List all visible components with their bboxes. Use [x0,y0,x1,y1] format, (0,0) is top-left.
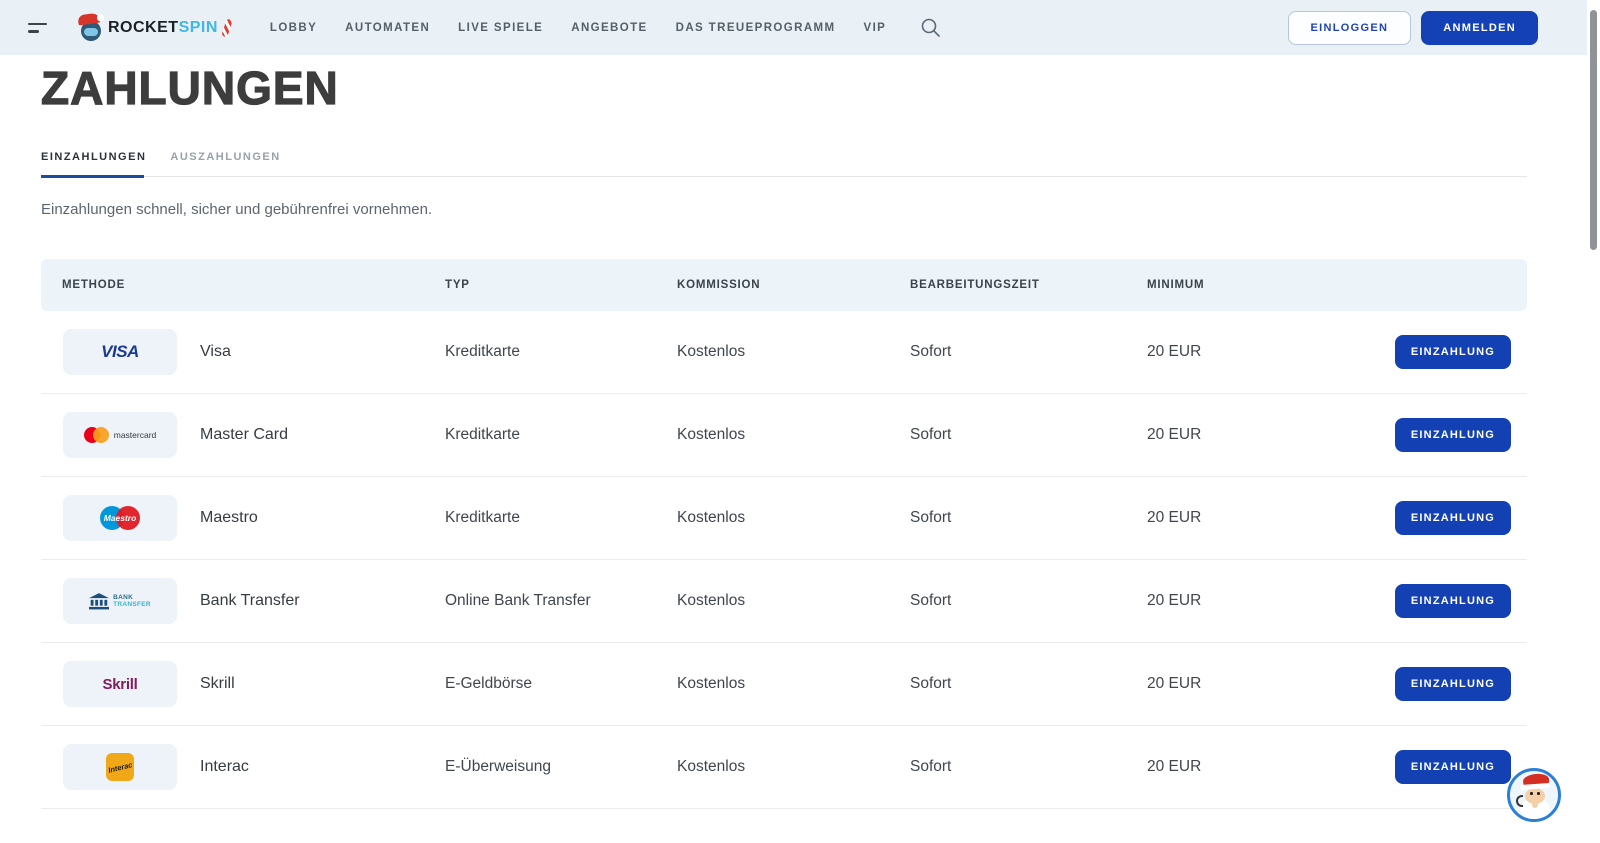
method-type: Kreditkarte [445,426,677,444]
nav-item-angebote[interactable]: ANGEBOTE [571,22,647,34]
method-type: Online Bank Transfer [445,592,677,610]
method-processing-time: Sofort [910,592,1147,610]
search-icon[interactable] [920,17,941,38]
method-name: Maestro [200,509,258,527]
column-header-typ: TYP [445,279,677,291]
logo-mascot-icon [78,15,104,41]
main-nav: LOBBY AUTOMATEN LIVE SPIELE ANGEBOTE DAS… [270,17,941,38]
method-minimum: 20 EUR [1147,675,1357,693]
method-commission: Kostenlos [677,509,910,527]
scrollbar-thumb[interactable] [1590,10,1597,250]
maestro-logo-icon: Maestro [63,495,177,541]
method-commission: Kostenlos [677,675,910,693]
einzahlung-button[interactable]: EINZAHLUNG [1395,750,1511,784]
method-type: Kreditkarte [445,343,677,361]
deposits-description: Einzahlungen schnell, sicher und gebühre… [41,201,1527,218]
method-minimum: 20 EUR [1147,426,1357,444]
method-type: Kreditkarte [445,509,677,527]
table-header-row: METHODE TYP KOMMISSION BEARBEITUNGSZEIT … [41,259,1527,311]
nav-item-lobby[interactable]: LOBBY [270,22,317,34]
method-name: Visa [200,343,231,361]
table-row: Interac Interac E-Überweisung Kostenlos … [41,726,1527,809]
column-header-kommission: KOMMISSION [677,279,910,291]
payments-tabs: EINZAHLUNGEN AUSZAHLUNGEN [41,151,1527,177]
method-type: E-Geldbörse [445,675,677,693]
nav-item-automaten[interactable]: AUTOMATEN [345,22,430,34]
method-name: Skrill [200,675,235,693]
method-name: Interac [200,758,249,776]
visa-logo-icon: VISA [63,329,177,375]
method-processing-time: Sofort [910,758,1147,776]
page-title: ZAHLUNGEN [41,61,1527,115]
interac-logo-icon: Interac [63,744,177,790]
table-row: Maestro Maestro Kreditkarte Kostenlos So… [41,477,1527,560]
method-type: E-Überweisung [445,758,677,776]
candy-cane-icon [221,18,232,37]
menu-icon[interactable] [28,23,50,33]
logo-text: ROCKETSPIN [108,19,218,37]
method-name: Bank Transfer [200,592,300,610]
skrill-logo-icon: Skrill [63,661,177,707]
signup-button[interactable]: ANMELDEN [1421,11,1538,45]
page-scrollbar[interactable] [1587,0,1600,843]
nav-item-treueprogramm[interactable]: DAS TREUEPROGRAMM [676,22,836,34]
einzahlung-button[interactable]: EINZAHLUNG [1395,584,1511,618]
method-processing-time: Sofort [910,426,1147,444]
column-header-bearbeitungszeit: BEARBEITUNGSZEIT [910,279,1147,291]
einzahlung-button[interactable]: EINZAHLUNG [1395,418,1511,452]
method-commission: Kostenlos [677,592,910,610]
method-processing-time: Sofort [910,343,1147,361]
method-minimum: 20 EUR [1147,343,1357,361]
tab-einzahlungen[interactable]: EINZAHLUNGEN [41,151,148,176]
einzahlung-button[interactable]: EINZAHLUNG [1395,501,1511,535]
nav-item-vip[interactable]: VIP [864,22,887,34]
tab-auszahlungen[interactable]: AUSZAHLUNGEN [170,151,282,176]
table-row: Skrill Skrill E-Geldbörse Kostenlos Sofo… [41,643,1527,726]
logo[interactable]: ROCKETSPIN [78,15,230,41]
method-commission: Kostenlos [677,758,910,776]
method-minimum: 20 EUR [1147,509,1357,527]
einzahlung-button[interactable]: EINZAHLUNG [1395,335,1511,369]
table-row: VISA Visa Kreditkarte Kostenlos Sofort 2… [41,311,1527,394]
method-name: Master Card [200,426,288,444]
nav-item-live-spiele[interactable]: LIVE SPIELE [458,22,543,34]
login-button[interactable]: EINLOGGEN [1288,11,1412,45]
einzahlung-button[interactable]: EINZAHLUNG [1395,667,1511,701]
method-minimum: 20 EUR [1147,592,1357,610]
column-header-methode: METHODE [41,279,445,291]
auth-buttons: EINLOGGEN ANMELDEN [1288,11,1538,45]
table-row: mastercard Master Card Kreditkarte Koste… [41,394,1527,477]
method-minimum: 20 EUR [1147,758,1357,776]
payments-page: ZAHLUNGEN EINZAHLUNGEN AUSZAHLUNGEN Einz… [0,61,1527,809]
table-row: BANKTRANSFER Bank Transfer Online Bank T… [41,560,1527,643]
payment-methods-table: METHODE TYP KOMMISSION BEARBEITUNGSZEIT … [41,259,1527,809]
top-navbar: ROCKETSPIN LOBBY AUTOMATEN LIVE SPIELE A… [0,0,1600,55]
column-header-minimum: MINIMUM [1147,279,1357,291]
method-commission: Kostenlos [677,426,910,444]
live-chat-widget[interactable] [1507,768,1561,822]
bank-transfer-logo-icon: BANKTRANSFER [63,578,177,624]
method-commission: Kostenlos [677,343,910,361]
mastercard-logo-icon: mastercard [63,412,177,458]
method-processing-time: Sofort [910,675,1147,693]
method-processing-time: Sofort [910,509,1147,527]
